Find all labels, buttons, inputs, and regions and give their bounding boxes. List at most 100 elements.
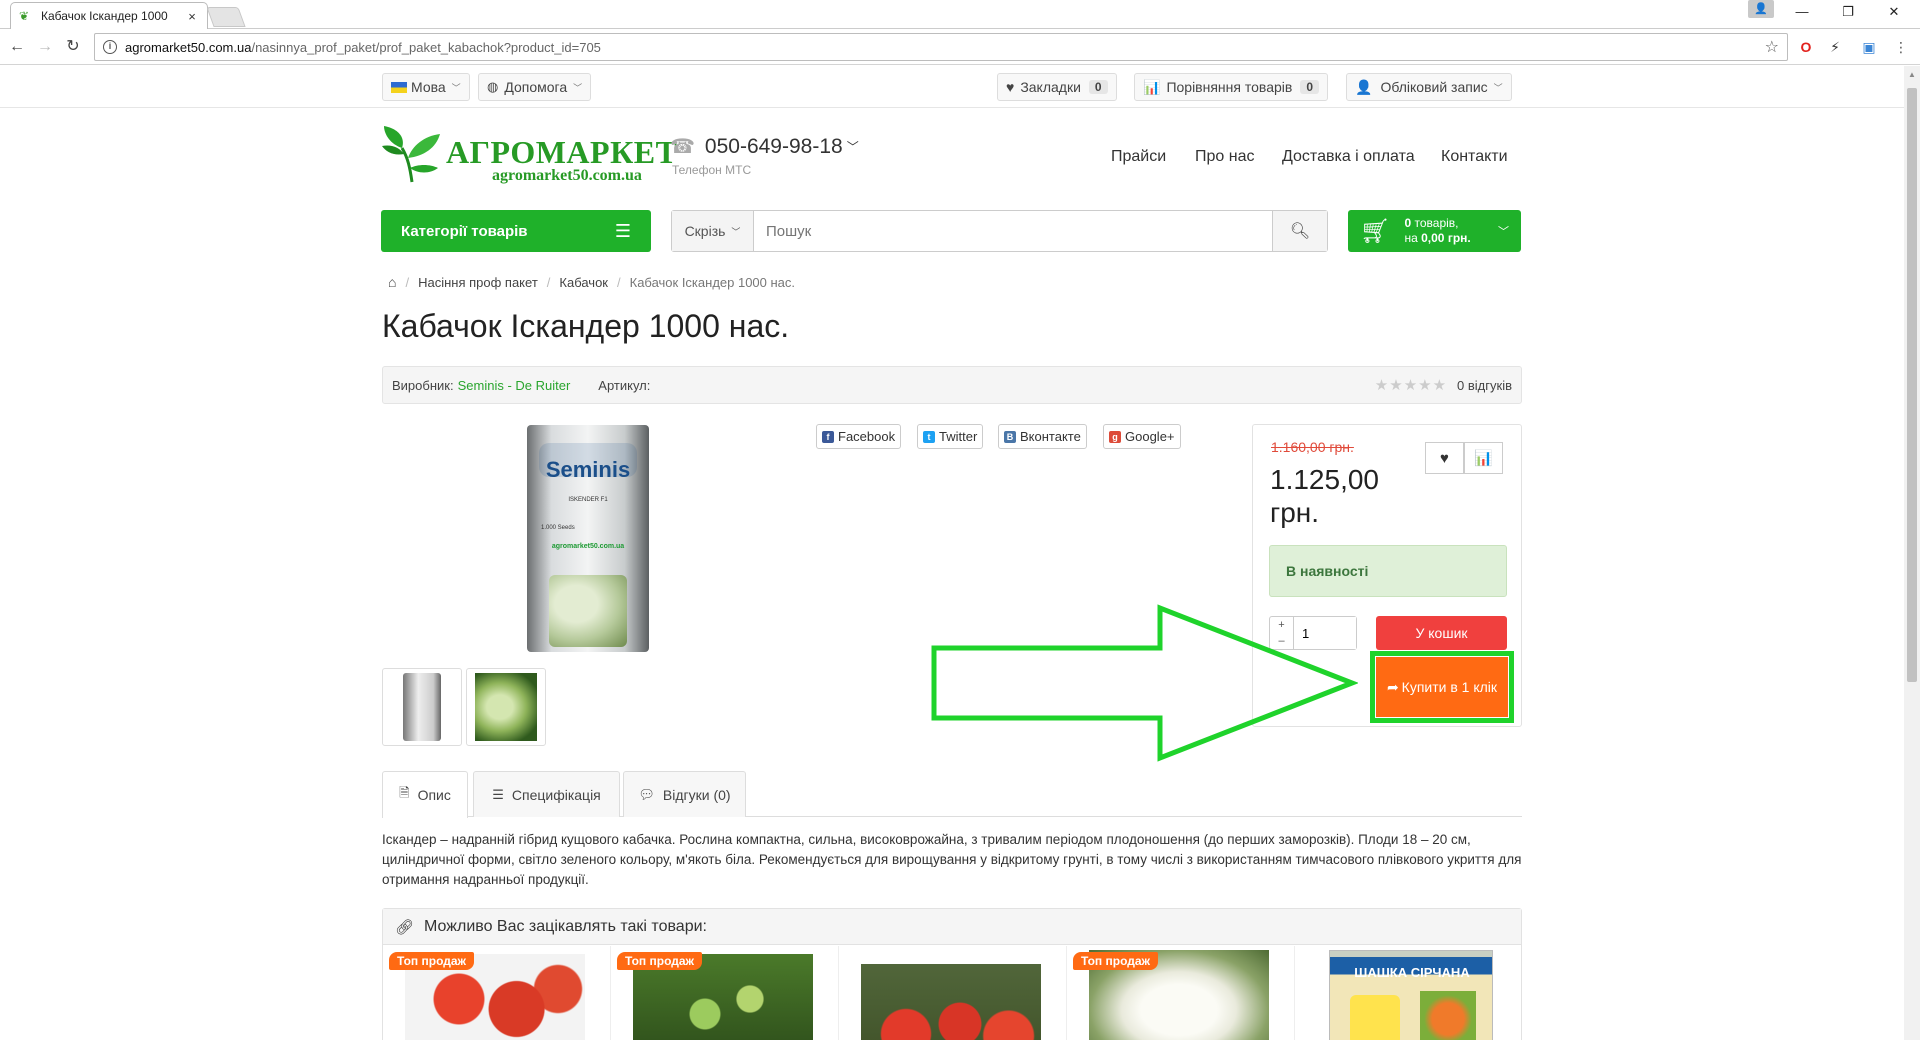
compare-product-button[interactable]: 📊 <box>1464 442 1503 474</box>
buy-one-click-button[interactable]: ➦ Купити в 1 клік <box>1376 657 1508 717</box>
chevron-down-icon: ﹀ <box>451 82 461 93</box>
search-button[interactable]: 🔍︎ <box>1272 211 1327 251</box>
related-card[interactable]: ШАШКА СІРЧАНА <box>1295 946 1523 1040</box>
related-products: 🔗︎ Можливо Вас зацікавлять такі товари: … <box>382 908 1522 1040</box>
breadcrumb-current: Кабачок Іскандер 1000 нас. <box>629 274 796 290</box>
vk-icon: B <box>1004 430 1016 443</box>
top-sale-badge: Топ продаж <box>1073 952 1159 970</box>
close-window-icon[interactable]: ✕ <box>1872 0 1916 24</box>
page-scrollbar[interactable]: ▲ <box>1904 66 1920 1040</box>
flash-extension-icon[interactable]: ⚡ <box>1826 38 1844 56</box>
tab-reviews[interactable]: 💬︎ Відгуки (0) <box>623 771 746 817</box>
categories-label: Категорії товарів <box>401 222 528 240</box>
logo-name: АГРОМАРКЕТ <box>446 134 678 170</box>
tab-description[interactable]: 🗎 Опис <box>382 771 468 818</box>
bookmarks-label: Закладки <box>1020 79 1081 95</box>
nav-prices[interactable]: Прайси <box>1111 148 1166 166</box>
share-vkontakte[interactable]: B Вконтакте <box>998 424 1087 449</box>
chevron-down-icon: ﹀ <box>1498 226 1509 238</box>
categories-button[interactable]: Категорії товарів ☰ <box>381 210 651 252</box>
new-tab-button[interactable] <box>206 7 246 27</box>
cart-icon: 🛒︎ <box>1360 217 1391 245</box>
tab-description-label: Опис <box>417 787 451 803</box>
bookmarks-button[interactable]: ♥ Закладки 0 <box>997 73 1117 101</box>
comment-icon: 💬︎ <box>638 786 655 802</box>
menu-kebab-icon[interactable]: ⋮ <box>1892 38 1910 56</box>
browser-tabstrip: ❦ Кабачок Іскандер 1000 × 👤 — ❐ ✕ <box>0 0 1920 29</box>
nav-delivery[interactable]: Доставка і оплата <box>1282 148 1415 166</box>
nav-contacts[interactable]: Контакти <box>1441 148 1508 166</box>
wishlist-button[interactable]: ♥ <box>1425 442 1464 474</box>
nav-about[interactable]: Про нас <box>1195 148 1254 166</box>
share-arrow-icon: ➦ <box>1386 678 1399 695</box>
product-image[interactable]: Seminis ISKENDER F1 1.000 Seeds agromark… <box>527 425 649 652</box>
tab-close-icon[interactable]: × <box>185 9 199 24</box>
reload-icon[interactable]: ↻ <box>62 36 84 58</box>
share-vk-label: Вконтакте <box>1020 429 1081 444</box>
phone-dropdown[interactable]: ☎ 050-649-98-18 ﹀ <box>670 134 859 159</box>
site-logo[interactable]: АГРОМАРКЕТ agromarket50.com.ua <box>382 124 677 188</box>
phone-note: Телефон МТС <box>672 163 752 177</box>
browser-tab[interactable]: ❦ Кабачок Іскандер 1000 × <box>10 2 208 29</box>
opera-extension-icon[interactable]: O <box>1797 38 1815 56</box>
related-heading-text: Можливо Вас зацікавлять такі товари: <box>424 917 707 935</box>
cart-line1: товарів, <box>1414 216 1459 230</box>
account-dropdown[interactable]: 👤 Обліковий запис ﹀ <box>1346 73 1512 101</box>
home-icon[interactable]: ⌂ <box>388 274 396 290</box>
search-bar: Скрізь ﹀ 🔍︎ <box>671 210 1328 252</box>
related-card[interactable] <box>839 946 1067 1040</box>
manufacturer-link[interactable]: Seminis - De Ruiter <box>458 378 571 393</box>
manufacturer-label: Виробник: <box>392 377 454 393</box>
info-icon[interactable]: i <box>103 40 117 54</box>
bookmark-star-icon[interactable]: ☆ <box>1765 37 1779 57</box>
help-label: Допомога <box>504 79 568 95</box>
chevron-down-icon: ﹀ <box>1493 82 1503 93</box>
scroll-up-icon[interactable]: ▲ <box>1908 70 1916 79</box>
restore-icon[interactable]: ❐ <box>1826 0 1870 24</box>
help-dropdown[interactable]: ◍ Допомога ﹀ <box>478 73 592 101</box>
translate-extension-icon[interactable]: ▣ <box>1860 38 1878 56</box>
stock-status: В наявності <box>1269 545 1507 597</box>
top-sale-badge: Топ продаж <box>617 952 703 970</box>
sulfur-box-image: ШАШКА СІРЧАНА <box>1329 950 1493 1040</box>
language-dropdown[interactable]: Мова ﹀ <box>382 73 470 101</box>
minimize-icon[interactable]: — <box>1780 0 1824 24</box>
share-twitter[interactable]: t Twitter <box>917 424 984 449</box>
bookmarks-count: 0 <box>1088 80 1108 94</box>
profile-icon[interactable]: 👤 <box>1748 0 1774 18</box>
cart-line2-prefix: на <box>1404 231 1418 245</box>
phone-icon: ☎ <box>670 136 695 158</box>
search-input[interactable] <box>754 211 1272 251</box>
tab-specification-label: Специфікація <box>511 786 601 803</box>
share-facebook[interactable]: f Facebook <box>816 424 902 449</box>
twitter-icon: t <box>923 430 935 443</box>
related-card[interactable]: Топ продаж <box>383 946 611 1040</box>
chevron-down-icon: ﹀ <box>731 226 741 237</box>
browser-tab-title: Кабачок Іскандер 1000 <box>41 9 168 23</box>
bar-chart-icon: 📊 <box>1474 450 1493 467</box>
thumbnail-2[interactable] <box>466 668 546 746</box>
compare-button[interactable]: 📊 Порівняння товарів 0 <box>1134 73 1328 101</box>
account-label: Обліковий запис <box>1380 79 1488 95</box>
breadcrumb: ⌂ / Насіння проф пакет / Кабачок / Кабач… <box>388 274 795 290</box>
add-to-cart-button[interactable]: У кошик <box>1376 616 1507 650</box>
related-card[interactable]: Топ продаж <box>611 946 839 1040</box>
breadcrumb-item[interactable]: Насіння проф пакет <box>418 275 538 290</box>
back-icon[interactable]: ← <box>6 36 28 58</box>
address-bar[interactable]: i agromarket50.com.ua/nasinnya_prof_pake… <box>94 33 1788 61</box>
search-scope-dropdown[interactable]: Скрізь ﹀ <box>672 211 754 251</box>
sku-label: Артикул: <box>598 377 651 393</box>
cart-button[interactable]: 🛒︎ 0 товарів, на 0,00 грн. ﹀ <box>1348 210 1521 252</box>
url-host: agromarket50.com.ua <box>125 39 252 55</box>
tab-specification[interactable]: ☰ Специфікація <box>473 771 620 817</box>
breadcrumb-item[interactable]: Кабачок <box>559 275 608 290</box>
thumbnail-1[interactable] <box>382 668 462 746</box>
forward-icon[interactable]: → <box>34 36 56 58</box>
reviews-link[interactable]: 0 відгуків <box>1457 378 1512 393</box>
share-facebook-label: Facebook <box>838 429 896 444</box>
scroll-thumb[interactable] <box>1907 88 1917 682</box>
share-gplus-label: Google+ <box>1125 429 1175 444</box>
share-googleplus[interactable]: g Google+ <box>1103 424 1181 449</box>
related-card[interactable]: Топ продаж <box>1067 946 1295 1040</box>
image-site: agromarket50.com.ua <box>551 543 625 550</box>
